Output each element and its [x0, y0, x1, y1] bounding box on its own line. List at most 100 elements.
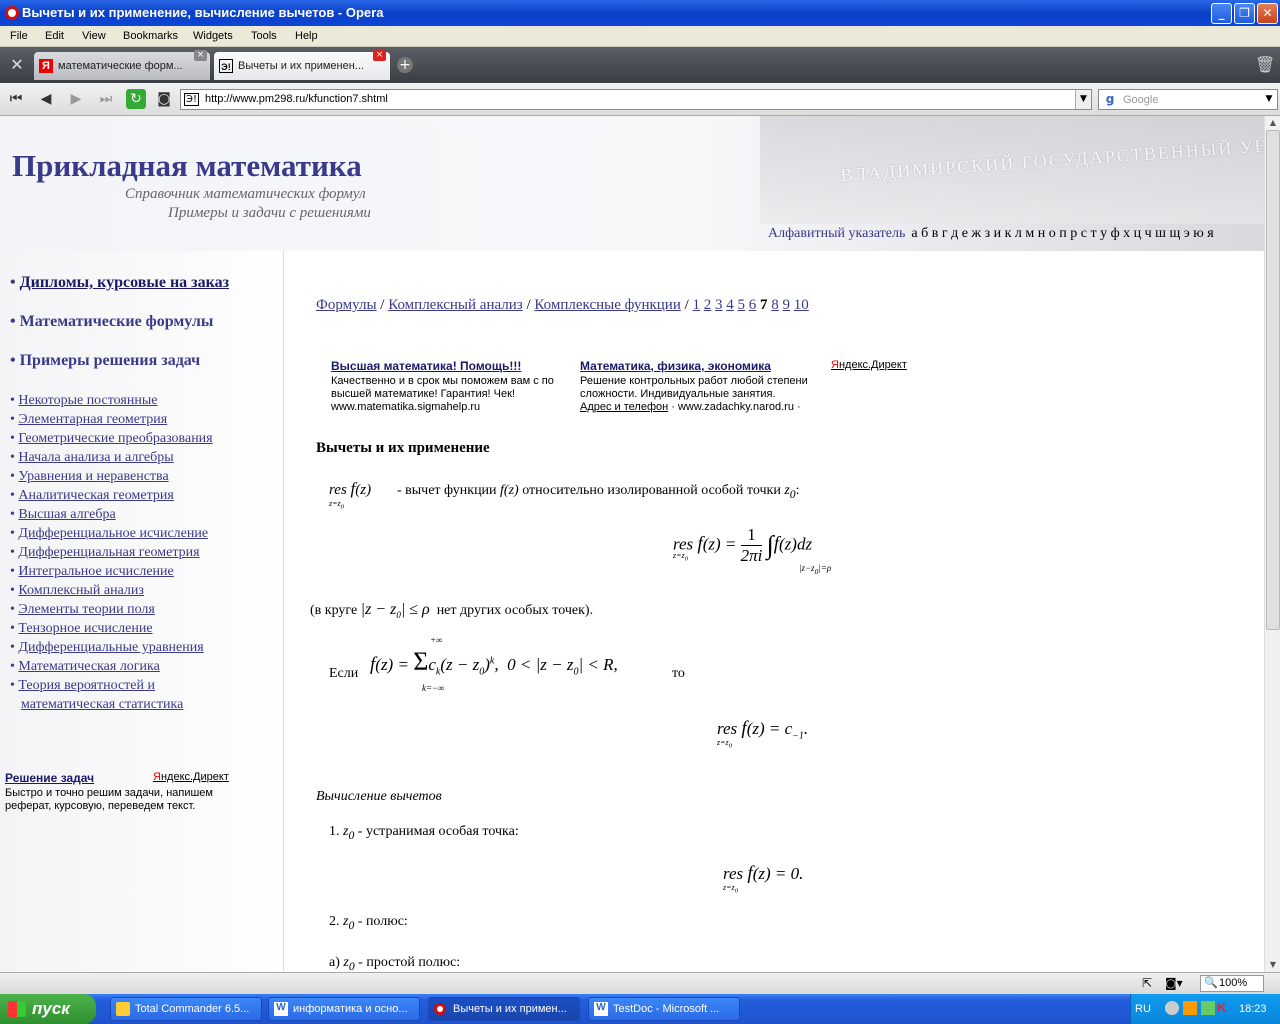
- status-bar: ⇱ ◙▾ 🔍 100%: [0, 972, 1280, 994]
- search-dropdown-icon[interactable]: ▼: [1261, 90, 1277, 109]
- menu-bookmarks[interactable]: Bookmarks: [123, 30, 178, 42]
- formula-laurent: f(z) = Σck(z − z0)k, 0 < |z − z0| < R, +…: [370, 635, 618, 693]
- trash-icon[interactable]: 🗑: [1255, 55, 1275, 74]
- sidebar-link[interactable]: • Теория вероятностей и: [10, 678, 155, 694]
- yandex-direct-link[interactable]: Яндекс.Директ: [831, 359, 907, 371]
- task-word-testdoc[interactable]: W TestDoc - Microsoft ...: [588, 997, 740, 1021]
- fast-forward-icon[interactable]: ⏭: [96, 89, 116, 109]
- menu-tools[interactable]: Tools: [251, 30, 277, 42]
- back-icon[interactable]: ◀: [36, 89, 56, 109]
- tab-close-icon[interactable]: ×: [194, 50, 207, 61]
- address-dropdown-icon[interactable]: ▼: [1075, 90, 1091, 109]
- sidebar-ad-text: Быстро и точно решим задачи, напишем реф…: [5, 787, 213, 812]
- page-link[interactable]: 9: [783, 297, 791, 313]
- sidebar-item-diplomas[interactable]: • Дипломы, курсовые на заказ: [10, 274, 229, 292]
- alphabet-letters[interactable]: а б в г д е ж з и к л м н о п р с т у ф …: [911, 226, 1213, 241]
- zoom-control[interactable]: 🔍 100%: [1200, 975, 1264, 992]
- breadcrumb-formulas[interactable]: Формулы: [316, 297, 377, 313]
- vertical-scrollbar[interactable]: ▲ ▼: [1264, 116, 1280, 972]
- language-indicator[interactable]: RU: [1135, 1003, 1151, 1015]
- page-link[interactable]: 3: [715, 297, 723, 313]
- sidebar-link[interactable]: • Тензорное исчисление: [10, 621, 153, 637]
- breadcrumb-complex-analysis[interactable]: Комплексный анализ: [388, 297, 523, 313]
- window-titlebar[interactable]: Вычеты и их применение, вычисление вычет…: [0, 0, 1280, 26]
- tab-math-formulas[interactable]: Я математические форм...: [34, 52, 210, 80]
- page-link[interactable]: 10: [794, 297, 809, 313]
- ad-url[interactable]: www.zadachky.narod.ru: [678, 401, 794, 413]
- tab-close-icon[interactable]: ×: [373, 50, 386, 61]
- sidebar-link[interactable]: • Уравнения и неравенства: [10, 469, 169, 485]
- site-title[interactable]: Прикладная математика: [12, 148, 362, 184]
- page-link[interactable]: 4: [726, 297, 734, 313]
- page-link[interactable]: 6: [749, 297, 757, 313]
- sidebar-link[interactable]: • Геометрические преобразования: [10, 431, 213, 447]
- menu-widgets[interactable]: Widgets: [193, 30, 233, 42]
- menu-edit[interactable]: Edit: [45, 30, 64, 42]
- task-total-commander[interactable]: Total Commander 6.5...: [110, 997, 262, 1021]
- rewind-icon[interactable]: ⏮: [6, 89, 26, 109]
- search-box[interactable]: g Google ▼: [1098, 89, 1278, 110]
- tray-icon[interactable]: [1165, 1001, 1179, 1015]
- sidebar-item-examples[interactable]: • Примеры решения задач: [10, 352, 200, 370]
- site-subtitle: Справочник математических формул: [125, 186, 366, 202]
- breadcrumb-sep: /: [380, 297, 385, 313]
- page-link[interactable]: 1: [693, 297, 701, 313]
- tools-icon[interactable]: ✕: [6, 55, 28, 77]
- tray-icon[interactable]: [1201, 1001, 1215, 1015]
- sidebar-link[interactable]: • Комплексный анализ: [10, 583, 144, 599]
- ad-contact-link[interactable]: Адрес и телефон: [580, 401, 668, 413]
- menu-help[interactable]: Help: [295, 30, 318, 42]
- tab-residues[interactable]: Э! Вычеты и их применен...: [214, 52, 390, 80]
- sidebar-link[interactable]: • Аналитическая геометрия: [10, 488, 174, 504]
- alphabet-index-label[interactable]: Алфавитный указатель: [768, 226, 905, 241]
- breadcrumb-complex-functions[interactable]: Комплексные функции: [534, 297, 680, 313]
- sidebar-link[interactable]: • Интегральное исчисление: [10, 564, 174, 580]
- scroll-down-icon[interactable]: ▼: [1266, 958, 1280, 972]
- forward-icon[interactable]: ▶: [66, 89, 86, 109]
- sidebar-link[interactable]: • Элементарная геометрия: [10, 412, 167, 428]
- antivirus-icon[interactable]: K: [1217, 1000, 1226, 1015]
- sidebar-link[interactable]: • Элементы теории поля: [10, 602, 155, 618]
- page-link[interactable]: 5: [738, 297, 746, 313]
- task-word-informatics[interactable]: W информатика и осно...: [268, 997, 420, 1021]
- new-tab-icon[interactable]: +: [397, 57, 413, 73]
- sidebar-link[interactable]: математическая статистика: [21, 697, 183, 713]
- sidebar-item-formulas[interactable]: • Математические формулы: [10, 313, 213, 331]
- ad-title[interactable]: Математика, физика, экономика: [580, 359, 771, 373]
- task-opera[interactable]: Вычеты и их примен...: [428, 997, 580, 1021]
- ad-title[interactable]: Высшая математика! Помощь!!!: [331, 359, 521, 373]
- reload-icon[interactable]: ↻: [126, 89, 146, 109]
- sidebar-link[interactable]: • Дифференциальное исчисление: [10, 526, 208, 542]
- fit-icon[interactable]: ⇱: [1142, 976, 1152, 990]
- sidebar-ad-title[interactable]: Решение задач: [5, 771, 94, 785]
- close-button[interactable]: ✕: [1257, 3, 1278, 24]
- sidebar-link[interactable]: • Математическая логика: [10, 659, 160, 675]
- maximize-button[interactable]: ❐: [1234, 3, 1255, 24]
- menu-file[interactable]: File: [10, 30, 28, 42]
- zoom-level: 100%: [1219, 977, 1248, 989]
- media-icon[interactable]: [1183, 1001, 1197, 1015]
- sidebar-link[interactable]: • Некоторые постоянные: [10, 393, 157, 409]
- scrollbar-thumb[interactable]: [1266, 130, 1280, 630]
- start-button[interactable]: пуск: [0, 994, 96, 1024]
- current-page: 7: [760, 297, 768, 313]
- opera-icon: [434, 1003, 446, 1015]
- yandex-direct-link[interactable]: Яндекс.Директ: [153, 771, 229, 783]
- page-link[interactable]: 8: [771, 297, 779, 313]
- clock[interactable]: 18:23: [1239, 1003, 1267, 1015]
- images-icon[interactable]: ◙▾: [1165, 976, 1183, 990]
- minimize-button[interactable]: _: [1211, 3, 1232, 24]
- sidebar-link[interactable]: • Дифференциальная геометрия: [10, 545, 200, 561]
- sidebar-link[interactable]: • Дифференциальные уравнения: [10, 640, 204, 656]
- ad-url[interactable]: www.matematika.sigmahelp.ru: [331, 401, 480, 414]
- page-link[interactable]: 2: [704, 297, 712, 313]
- yandex-icon: Я: [39, 59, 53, 73]
- menu-view[interactable]: View: [82, 30, 106, 42]
- sidebar-link[interactable]: • Начала анализа и алгебры: [10, 450, 174, 466]
- sidebar-link[interactable]: • Высшая алгебра: [10, 507, 116, 523]
- camera-icon[interactable]: ◙: [154, 89, 174, 109]
- scroll-up-icon[interactable]: ▲: [1266, 116, 1280, 130]
- address-bar[interactable]: Э! http://www.pm298.ru/kfunction7.shtml …: [180, 89, 1092, 110]
- start-label: пуск: [32, 999, 70, 1018]
- task-label: информатика и осно...: [293, 1003, 408, 1015]
